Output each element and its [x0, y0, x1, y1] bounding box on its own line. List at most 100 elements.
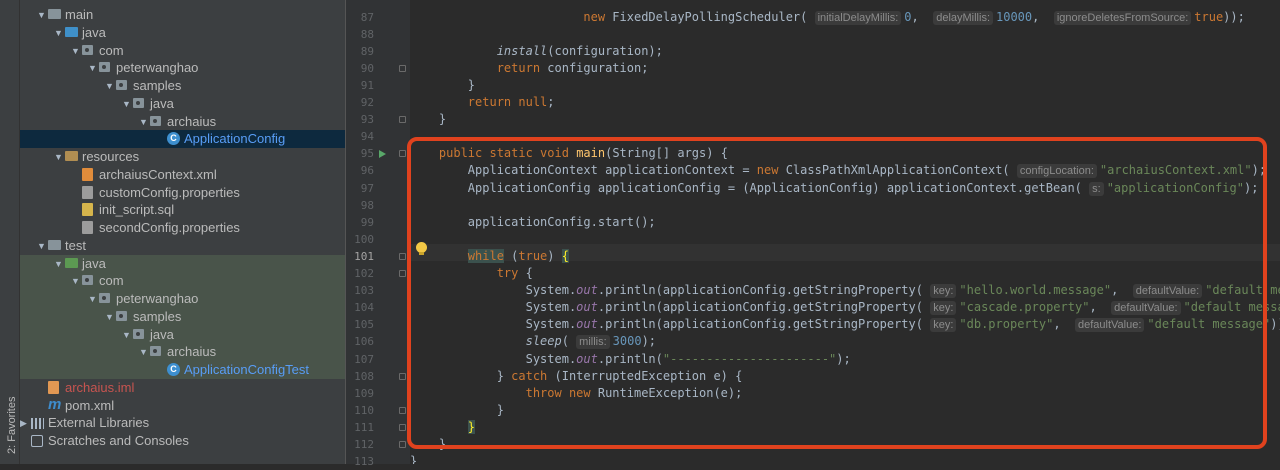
- code-line[interactable]: sleep( millis: 3000);: [410, 333, 656, 350]
- chevron-down-icon[interactable]: ▼: [88, 59, 98, 77]
- code-line[interactable]: ApplicationContext applicationContext = …: [410, 162, 1266, 179]
- favorites-tab[interactable]: 2: Favorites: [6, 394, 18, 454]
- chevron-down-icon[interactable]: ▼: [37, 6, 47, 24]
- parameter-hint: millis:: [576, 335, 610, 350]
- line-number: 101: [354, 249, 374, 263]
- chevron-down-icon[interactable]: ▼: [54, 148, 64, 166]
- tree-item-java[interactable]: ▼ java: [20, 24, 345, 42]
- line-number: 110: [354, 403, 374, 417]
- code-token: 0: [904, 9, 912, 24]
- line-number: 91: [360, 78, 374, 92]
- tree-item-init-script-sql[interactable]: init_script.sql: [20, 201, 345, 219]
- code-line[interactable]: System.out.println(applicationConfig.get…: [410, 282, 1280, 299]
- code-line[interactable]: throw new RuntimeException(e);: [410, 385, 743, 402]
- tree-item-secondconfig-properties[interactable]: secondConfig.properties: [20, 219, 345, 237]
- code-line[interactable]: }: [410, 402, 504, 419]
- code-line[interactable]: System.out.println(applicationConfig.get…: [410, 316, 1280, 333]
- code-token: new: [583, 9, 606, 24]
- file-prop-icon: [82, 221, 93, 234]
- code-line[interactable]: while (true) {: [410, 248, 569, 265]
- file-iml-icon: [48, 380, 59, 394]
- code-line[interactable]: applicationConfig.start();: [410, 214, 656, 231]
- tree-item-external-libraries[interactable]: ▶ External Libraries: [20, 414, 345, 432]
- chevron-down-icon[interactable]: ▼: [71, 42, 81, 60]
- code-line[interactable]: try {: [410, 265, 533, 282]
- code-line[interactable]: public static void main(String[] args) {: [410, 145, 728, 162]
- code-editor[interactable]: new FixedDelayPollingScheduler( initialD…: [410, 0, 1280, 464]
- tree-item-label: samples: [133, 78, 182, 93]
- code-line[interactable]: install(configuration);: [410, 43, 663, 60]
- chevron-down-icon[interactable]: ▼: [139, 113, 149, 131]
- parameter-hint: s:: [1089, 181, 1104, 196]
- chevron-down-icon[interactable]: ▼: [54, 24, 64, 42]
- line-number: 87: [360, 10, 374, 24]
- fold-marker-icon[interactable]: [399, 64, 406, 72]
- code-token: "applicationConfig": [1106, 180, 1244, 195]
- tree-item-peterwanghao[interactable]: ▼ peterwanghao: [20, 59, 345, 77]
- code-line[interactable]: }: [410, 436, 446, 453]
- folder-grey-icon: [48, 9, 61, 19]
- code-line[interactable]: } catch (InterruptedException e) {: [410, 368, 743, 385]
- code-line[interactable]: new FixedDelayPollingScheduler( initialD…: [410, 9, 1245, 26]
- chevron-down-icon[interactable]: ▼: [88, 290, 98, 308]
- code-line[interactable]: ApplicationConfig applicationConfig = (A…: [410, 180, 1258, 197]
- tree-item-com[interactable]: ▼ com: [20, 42, 345, 60]
- code-line[interactable]: }: [410, 419, 476, 436]
- tree-item-label: peterwanghao: [116, 291, 199, 306]
- chevron-down-icon[interactable]: ▼: [37, 237, 47, 255]
- line-number: 88: [360, 27, 374, 41]
- tree-item-label: init_script.sql: [99, 202, 175, 218]
- code-line[interactable]: System.out.println(applicationConfig.get…: [410, 299, 1280, 316]
- code-line[interactable]: return null;: [410, 94, 555, 111]
- tree-item-main[interactable]: ▼ main: [20, 6, 345, 24]
- tree-item-java[interactable]: ▼ java: [20, 254, 345, 273]
- tree-item-archaius[interactable]: ▼ archaius: [20, 113, 345, 131]
- tree-item-samples[interactable]: ▼ samples: [20, 77, 345, 95]
- tree-item-applicationconfigtest[interactable]: C ApplicationConfigTest: [20, 361, 345, 379]
- line-number: 98: [360, 198, 374, 212]
- chevron-down-icon[interactable]: ▼: [122, 326, 132, 344]
- fold-marker-icon[interactable]: [399, 423, 406, 431]
- tree-item-applicationconfig[interactable]: C ApplicationConfig: [20, 130, 345, 149]
- chevron-down-icon[interactable]: ▼: [54, 255, 64, 273]
- fold-marker-icon[interactable]: [399, 252, 406, 260]
- tree-item-pom-xml[interactable]: m pom.xml: [20, 396, 345, 415]
- chevron-down-icon[interactable]: ▼: [122, 95, 132, 113]
- tree-item-peterwanghao[interactable]: ▼ peterwanghao: [20, 290, 345, 308]
- tree-item-archaiuscontext-xml[interactable]: archaiusContext.xml: [20, 166, 345, 184]
- code-line[interactable]: return configuration;: [410, 60, 649, 77]
- chevron-down-icon[interactable]: ▼: [105, 77, 115, 95]
- code-line[interactable]: }: [410, 453, 417, 464]
- chevron-down-icon[interactable]: ▼: [139, 343, 149, 361]
- tree-item-java[interactable]: ▼ java: [20, 95, 345, 113]
- package-icon: [82, 44, 93, 55]
- fold-marker-icon[interactable]: [399, 116, 406, 124]
- tree-item-resources[interactable]: ▼ resources: [20, 148, 345, 166]
- tree-item-samples[interactable]: ▼ samples: [20, 307, 345, 326]
- fold-marker-icon[interactable]: [399, 372, 406, 380]
- chevron-right-icon[interactable]: ▶: [20, 414, 30, 432]
- run-icon[interactable]: [379, 149, 386, 158]
- code-line[interactable]: }: [410, 77, 475, 94]
- fold-marker-icon[interactable]: [399, 270, 406, 277]
- tree-item-archaius-iml[interactable]: archaius.iml: [20, 379, 345, 397]
- parameter-hint: defaultValue:: [1075, 318, 1145, 333]
- code-line[interactable]: }: [410, 111, 446, 128]
- chevron-down-icon[interactable]: ▼: [105, 308, 115, 326]
- fold-marker-icon[interactable]: [399, 150, 406, 158]
- tree-item-scratches-and-consoles[interactable]: Scratches and Consoles: [20, 432, 345, 450]
- tree-item-java[interactable]: ▼ java: [20, 325, 345, 344]
- folder-grey-icon: [48, 239, 61, 250]
- code-line[interactable]: System.out.println("--------------------…: [410, 351, 851, 368]
- tree-item-label: resources: [82, 149, 140, 164]
- file-xml-icon: [82, 167, 93, 181]
- tree-item-customconfig-properties[interactable]: customConfig.properties: [20, 184, 345, 202]
- fold-marker-icon[interactable]: [399, 441, 406, 448]
- line-number: 90: [360, 61, 374, 75]
- tree-item-test[interactable]: ▼ test: [20, 237, 345, 255]
- tree-item-com[interactable]: ▼ com: [20, 272, 345, 291]
- tree-item-archaius[interactable]: ▼ archaius: [20, 343, 345, 362]
- fold-marker-icon[interactable]: [399, 406, 406, 414]
- chevron-down-icon[interactable]: ▼: [71, 272, 81, 290]
- tree-item-label: External Libraries: [48, 415, 150, 431]
